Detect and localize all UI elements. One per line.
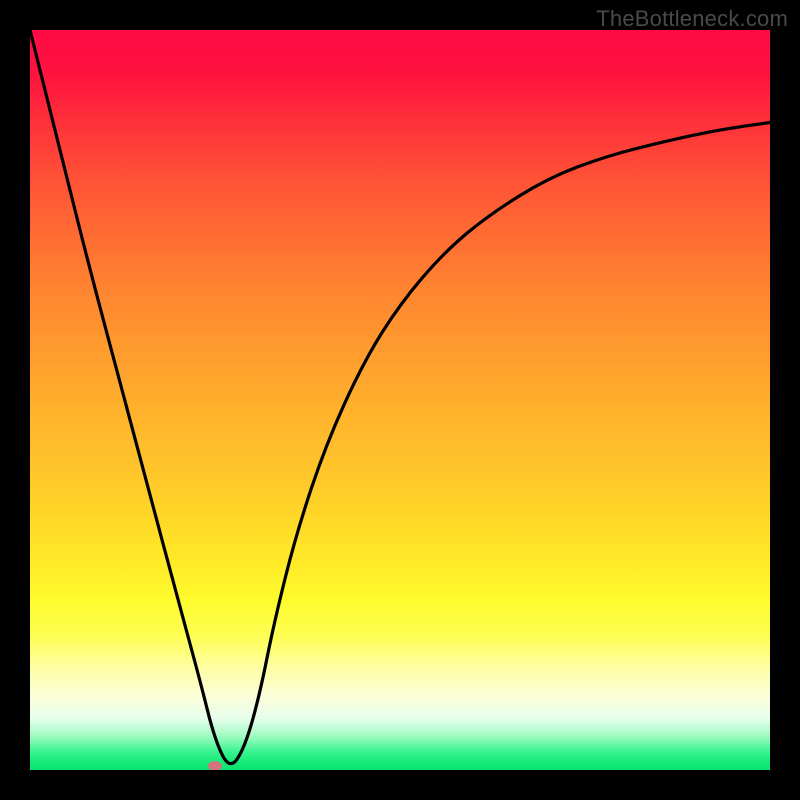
bottleneck-curve-line	[30, 30, 770, 764]
chart-frame: TheBottleneck.com	[0, 0, 800, 800]
curve-svg	[30, 30, 770, 770]
watermark-text: TheBottleneck.com	[596, 6, 788, 32]
minimum-marker	[208, 761, 222, 770]
plot-area	[30, 30, 770, 770]
